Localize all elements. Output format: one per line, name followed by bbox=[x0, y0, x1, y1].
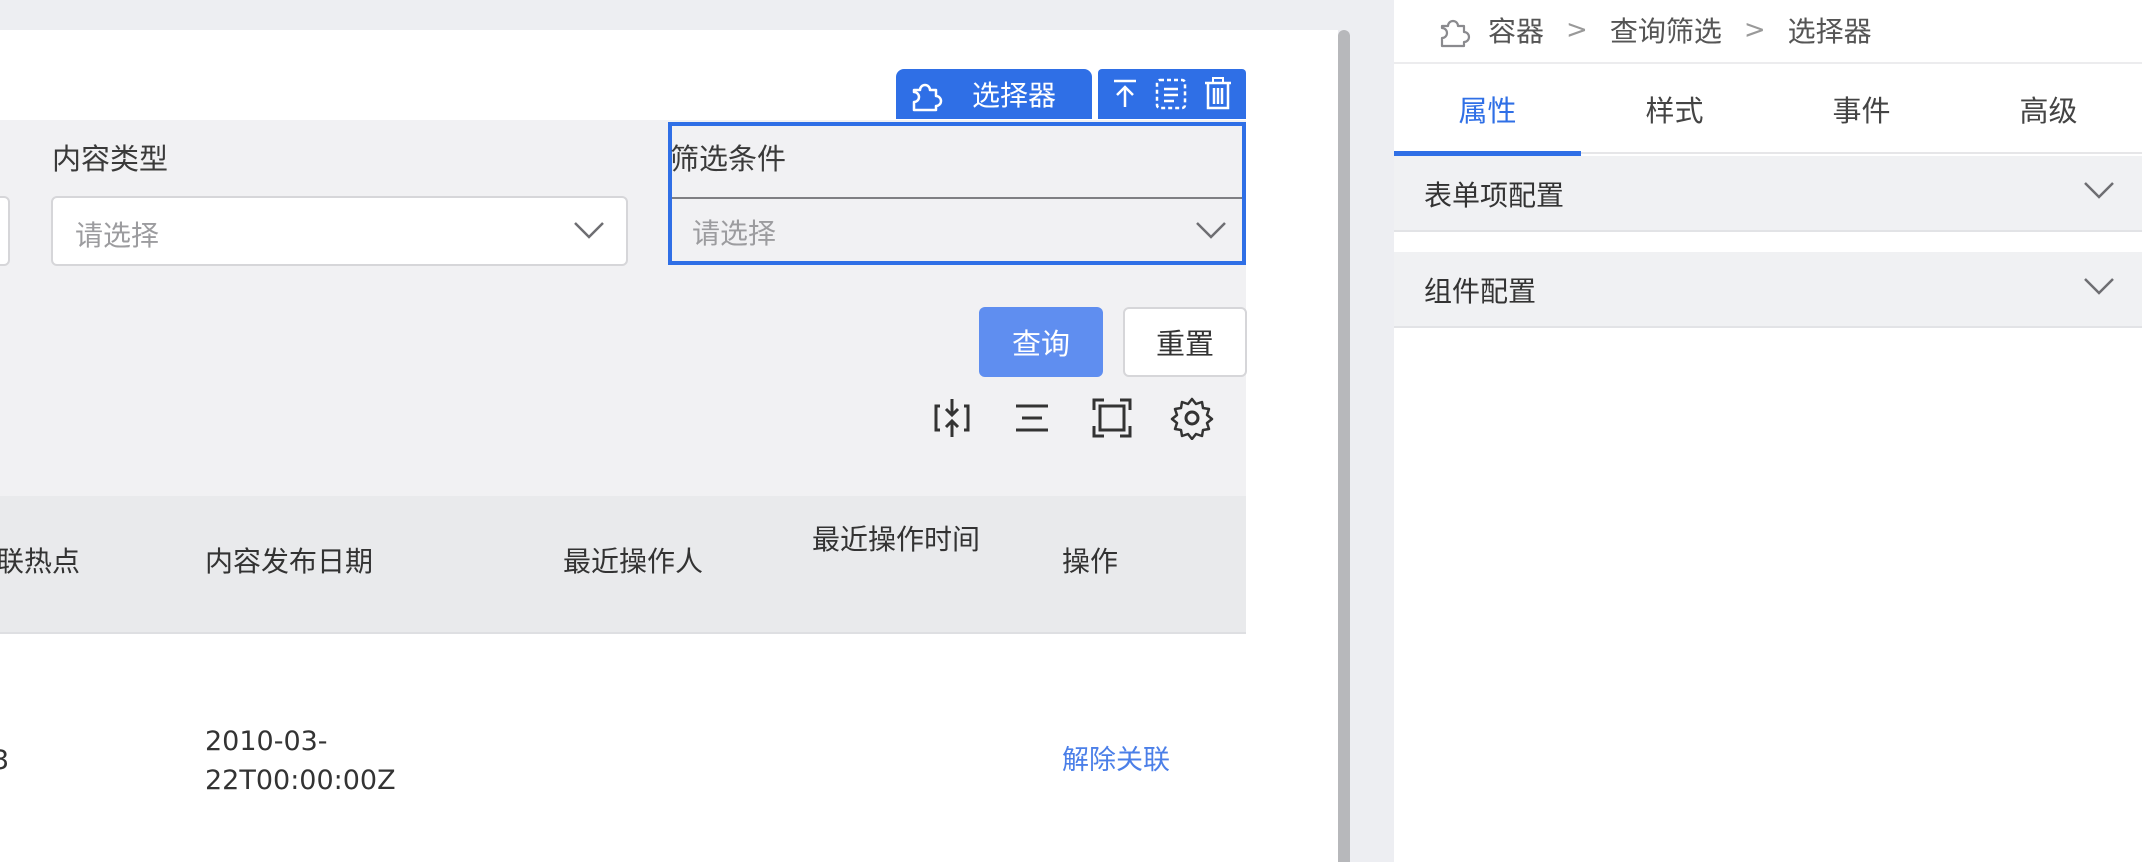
chevron-down-icon bbox=[1196, 222, 1226, 239]
copy-icon[interactable] bbox=[1153, 76, 1189, 112]
fullscreen-icon[interactable] bbox=[1090, 396, 1134, 440]
panel-tabs: 属性 样式 事件 高级 bbox=[1394, 62, 2142, 156]
section-form-item-config[interactable]: 表单项配置 bbox=[1394, 156, 2142, 232]
breadcrumb-separator: > bbox=[1743, 15, 1766, 45]
table-header: 联热点 内容发布日期 最近操作人 最近操作时间 操作 bbox=[0, 496, 1246, 634]
content-type-label: 内容类型 bbox=[52, 142, 169, 176]
tab-advanced[interactable]: 高级 bbox=[1955, 64, 2142, 154]
canvas-scrollbar[interactable] bbox=[1338, 30, 1350, 862]
breadcrumb-item[interactable]: 选择器 bbox=[1788, 10, 1872, 50]
selected-component-tag[interactable]: 选择器 bbox=[896, 69, 1092, 119]
section-title: 组件配置 bbox=[1424, 275, 1537, 308]
puzzle-icon bbox=[908, 76, 946, 112]
tab-events[interactable]: 事件 bbox=[1768, 64, 1955, 154]
column-header: 内容发布日期 bbox=[205, 545, 374, 578]
tab-properties[interactable]: 属性 bbox=[1394, 64, 1581, 156]
table-cell: 2010-03- bbox=[205, 726, 328, 757]
delete-icon[interactable] bbox=[1202, 76, 1234, 112]
chevron-down-icon bbox=[2084, 278, 2114, 295]
table-cell: 3 bbox=[0, 745, 10, 776]
query-button[interactable]: 查询 bbox=[979, 307, 1103, 377]
table-cell: 22T00:00:00Z bbox=[205, 765, 396, 796]
section-component-config[interactable]: 组件配置 bbox=[1394, 252, 2142, 328]
component-actions bbox=[1098, 69, 1246, 119]
section-title: 表单项配置 bbox=[1424, 179, 1565, 212]
content-type-placeholder: 请选择 bbox=[75, 219, 160, 252]
column-header: 操作 bbox=[1062, 545, 1119, 578]
puzzle-icon bbox=[1436, 12, 1474, 48]
property-panel: 容器 > 查询筛选 > 选择器 属性 样式 事件 高级 表单项配置 组件配置 bbox=[1394, 0, 2142, 862]
chevron-down-icon bbox=[2084, 182, 2114, 199]
filter-label: 筛选条件 bbox=[670, 142, 787, 176]
partial-select[interactable] bbox=[0, 196, 10, 266]
breadcrumb-separator: > bbox=[1566, 15, 1588, 45]
selected-divider bbox=[672, 197, 1242, 199]
compress-icon[interactable] bbox=[930, 396, 974, 440]
settings-icon[interactable] bbox=[1170, 396, 1214, 440]
chevron-down-icon bbox=[574, 222, 604, 239]
breadcrumb-item[interactable]: 容器 bbox=[1488, 10, 1544, 50]
column-header: 最近操作人 bbox=[563, 545, 704, 578]
density-icon[interactable] bbox=[1010, 396, 1054, 440]
move-up-icon[interactable] bbox=[1110, 77, 1140, 111]
column-header: 联热点 bbox=[0, 545, 81, 578]
breadcrumb: 容器 > 查询筛选 > 选择器 bbox=[1436, 8, 1872, 52]
tab-style[interactable]: 样式 bbox=[1581, 64, 1768, 154]
breadcrumb-item[interactable]: 查询筛选 bbox=[1610, 10, 1722, 50]
selected-component-outline[interactable]: 筛选条件 请选择 bbox=[668, 122, 1246, 265]
content-type-select[interactable]: 请选择 bbox=[51, 196, 628, 266]
selected-component-name: 选择器 bbox=[972, 79, 1057, 112]
column-header: 最近操作时间 bbox=[812, 523, 981, 556]
unlink-action[interactable]: 解除关联 bbox=[1062, 742, 1170, 780]
reset-button[interactable]: 重置 bbox=[1123, 307, 1247, 377]
filter-placeholder: 请选择 bbox=[692, 217, 777, 250]
